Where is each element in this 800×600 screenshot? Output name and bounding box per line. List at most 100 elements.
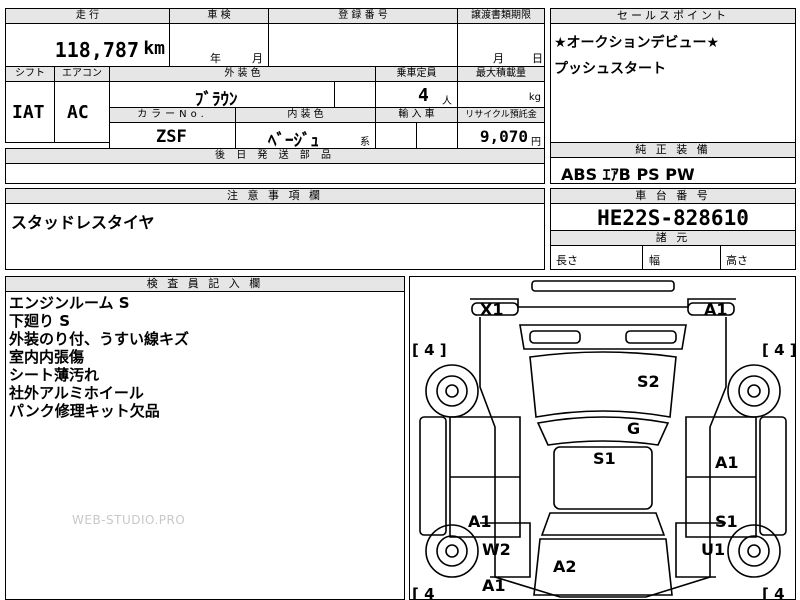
capacity-unit: 人 <box>442 96 452 107</box>
right-rear-wheel-hub-shape <box>747 544 761 558</box>
length-label: 長さ <box>556 254 578 267</box>
mark-rear-left: A1 <box>482 576 506 595</box>
right-rear-wheel-shape <box>727 524 781 578</box>
standard-equipment-box: 純 正 装 備 ABS ｴｱB PS PW <box>550 142 796 184</box>
caution-value: スタッドレスタイヤ <box>11 213 155 232</box>
inspection-header: 車 検 <box>169 8 269 24</box>
mark-left-rear-door: A1 <box>468 512 492 531</box>
front-bumper-shape <box>531 280 675 292</box>
mark-roof: S1 <box>593 449 616 468</box>
inspection-month: 月 <box>252 52 263 65</box>
tire-label-bottom-right: [ 4 <box>762 585 785 600</box>
import-header: 輸 入 車 <box>375 107 458 123</box>
recycle-unit: 円 <box>531 137 541 148</box>
recycle-cell: 9,070 円 <box>457 122 545 149</box>
caution-header: 注 意 事 項 欄 <box>6 189 544 204</box>
standard-equipment-value: ABS ｴｱB PS PW <box>561 165 695 184</box>
rear-window-shape <box>540 512 666 536</box>
chassis-box: 車 台 番 号 HE22S-828610 諸 元 長さ 幅 高さ <box>550 188 796 270</box>
grille-shape <box>519 324 687 350</box>
mark-right-rear-fender: U1 <box>701 540 725 559</box>
inspector-box: 検 査 員 記 入 欄 エンジンルーム S 下廻り S 外装のり付、うすい線キズ… <box>5 276 405 600</box>
mark-front-left: X1 <box>480 300 503 319</box>
shift-cell: IAT <box>5 81 55 143</box>
color-no-cell: ZSF <box>109 122 236 149</box>
capacity-header: 乗車定員 <box>375 66 458 82</box>
recycle-header: リサイクル預託金 <box>457 107 545 123</box>
tire-label-top-left: [ 4 ] <box>412 341 447 359</box>
exterior-color-suffix-cell <box>334 81 376 108</box>
right-sill-shape <box>759 416 787 536</box>
inspector-note: 外装のり付、うすい線キズ <box>9 330 190 348</box>
chassis-value: HE22S-828610 <box>597 206 749 230</box>
max-load-cell: kg <box>457 81 545 108</box>
tire-label-bottom-left: [ 4 <box>412 585 435 600</box>
sales-point-line-2: プッシュスタート <box>554 61 666 77</box>
windshield-shape <box>536 416 670 446</box>
car-diagram: [ 4 ] [ 4 ] [ 4 [ 4 X1 A1 S2 G S1 A1 A1 … <box>412 280 795 600</box>
transfer-deadline-header: 譲渡書類期限 <box>457 8 545 24</box>
grille-right-shape <box>625 330 677 344</box>
dimensions-header: 諸 元 <box>551 230 795 246</box>
inspector-note: エンジンルーム S <box>9 294 130 312</box>
inspector-note: 下廻り S <box>9 312 71 330</box>
aircon-header: エアコン <box>54 66 110 82</box>
exterior-color-cell: ﾌﾞﾗｳﾝ <box>109 81 335 110</box>
sales-point-box: セールスポイント ★オークションデビュー★ プッシュスタート <box>550 8 796 143</box>
standard-equipment-header: 純 正 装 備 <box>551 143 795 158</box>
dimensions-row: 長さ 幅 高さ <box>551 246 795 270</box>
mark-front-right: A1 <box>704 300 728 319</box>
shift-value: IAT <box>12 102 45 123</box>
shift-header: シフト <box>5 66 55 82</box>
mark-right-rear-door: S1 <box>715 512 738 531</box>
sales-point-header: セールスポイント <box>551 9 795 24</box>
mileage-header: 走 行 <box>5 8 170 24</box>
inspector-header: 検 査 員 記 入 欄 <box>6 277 404 292</box>
right-front-wheel-inner-shape <box>738 375 770 407</box>
registration-cell <box>268 23 458 67</box>
aircon-value: AC <box>67 102 89 123</box>
mark-roof-front: G <box>627 419 640 438</box>
later-parts-header: 後 日 発 送 部 品 <box>5 148 545 164</box>
deadline-day: 日 <box>532 52 543 65</box>
right-rear-wheel-inner-shape <box>738 535 770 567</box>
exterior-color-header: 外 装 色 <box>109 66 376 82</box>
transfer-deadline-cell: 月 日 <box>457 23 545 67</box>
mark-hood: S2 <box>637 372 660 391</box>
max-load-header: 最大積載量 <box>457 66 545 82</box>
mileage-unit: km <box>143 38 165 59</box>
left-front-wheel-inner-shape <box>436 375 468 407</box>
recycle-value: 9,070 <box>479 127 528 146</box>
inspection-year: 年 <box>210 52 221 65</box>
sales-point-line-1: ★オークションデビュー★ <box>554 35 720 51</box>
left-rear-wheel-shape <box>425 524 479 578</box>
mileage-value: 118,787 <box>54 38 139 62</box>
right-front-wheel-shape <box>727 364 781 418</box>
inspector-note: パンク修理キット欠品 <box>9 402 160 420</box>
inspector-note: 社外アルミホイール <box>9 384 144 402</box>
mark-left-rear-fender: W2 <box>482 540 511 559</box>
dim-divider-1 <box>642 246 643 270</box>
inspector-note: 室内内張傷 <box>9 348 85 366</box>
car-diagram-box: [ 4 ] [ 4 ] [ 4 [ 4 X1 A1 S2 G S1 A1 A1 … <box>409 276 796 600</box>
left-rear-wheel-hub-shape <box>445 544 459 558</box>
caution-box: 注 意 事 項 欄 スタッドレスタイヤ <box>5 188 545 270</box>
grille-left-shape <box>529 330 581 344</box>
later-parts-cell <box>5 163 545 184</box>
height-label: 高さ <box>726 254 748 267</box>
color-no-header: カラーNo. <box>109 107 236 123</box>
deadline-month: 月 <box>493 52 504 65</box>
max-load-unit: kg <box>528 92 541 103</box>
mark-trunk: A2 <box>553 557 577 576</box>
chassis-header: 車 台 番 号 <box>551 189 795 204</box>
color-no-value: ZSF <box>156 127 187 147</box>
dim-divider-2 <box>720 246 721 270</box>
right-front-wheel-hub-shape <box>747 384 761 398</box>
inspector-note: シート薄汚れ <box>9 366 100 384</box>
interior-color-header: 内 装 色 <box>235 107 376 123</box>
left-rear-wheel-inner-shape <box>436 535 468 567</box>
mileage-cell: 118,787 km <box>5 23 170 67</box>
registration-header: 登 録 番 号 <box>268 8 458 24</box>
left-front-wheel-shape <box>425 364 479 418</box>
interior-color-suffix: 系 <box>360 137 370 148</box>
